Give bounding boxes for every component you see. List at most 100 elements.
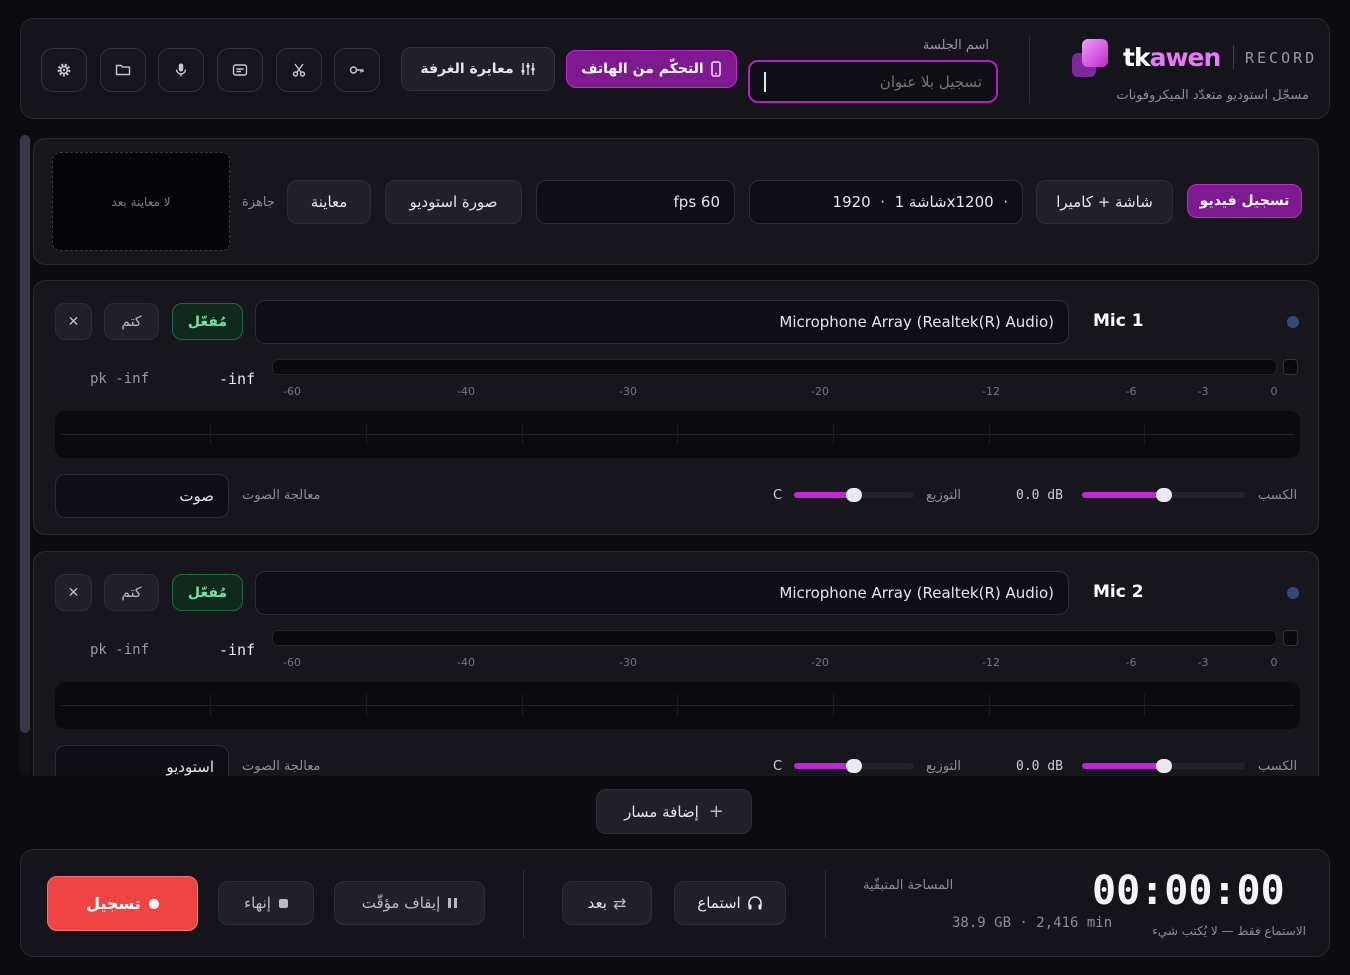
scale-tick: -60 xyxy=(283,385,301,398)
fps-value: fps 60 xyxy=(673,193,720,211)
record-video-toggle[interactable]: تسجيل فيديو xyxy=(1187,184,1302,218)
add-track-label: إضافة مسار xyxy=(624,802,699,821)
plus-icon: + xyxy=(708,801,724,822)
phone-control-button[interactable]: التحكّم من الهاتف xyxy=(566,50,737,88)
clip-indicator xyxy=(1283,630,1298,646)
processing-select[interactable]: استوديو xyxy=(55,745,229,776)
pan-knob[interactable] xyxy=(846,488,862,502)
scissors-button[interactable] xyxy=(276,48,322,92)
session-name-field[interactable] xyxy=(748,60,998,103)
microphone-button[interactable] xyxy=(158,48,204,92)
mute-button[interactable]: كتم xyxy=(104,574,159,611)
remote-label: بعد xyxy=(587,894,607,912)
remove-track-button[interactable]: ✕ xyxy=(55,574,92,611)
finish-label: إنهاء xyxy=(244,894,271,912)
pan-slider[interactable] xyxy=(794,488,914,502)
device-value: Microphone Array (Realtek(R) Audio) xyxy=(779,313,1054,331)
fps-select[interactable]: fps 60 xyxy=(536,180,735,224)
scale-tick: -12 xyxy=(982,656,1000,669)
tracks-scroll-area: Mic 1 Microphone Array (Realtek(R) Audio… xyxy=(33,280,1323,776)
text-cursor xyxy=(764,72,766,92)
swap-icon: ⇄ xyxy=(612,893,627,913)
track-enabled-toggle[interactable]: مُفعّل xyxy=(172,303,243,340)
pause-button[interactable]: إيقاف مؤقّت xyxy=(334,881,485,925)
track-status-dot xyxy=(1287,587,1299,599)
pause-icon xyxy=(448,898,458,908)
record-button[interactable]: تسجيل xyxy=(47,876,198,931)
level-meter xyxy=(272,630,1277,646)
finish-button[interactable]: إنهاء xyxy=(218,881,314,925)
brand-separator xyxy=(1233,45,1234,69)
subtitles-button[interactable] xyxy=(217,48,263,92)
pause-label: إيقاف مؤقّت xyxy=(361,894,441,912)
session-name-input[interactable] xyxy=(770,68,982,95)
transport-divider xyxy=(523,870,524,938)
scale-tick: 0 xyxy=(1270,656,1278,669)
screen-value: شاشة 1 · 1920x1200 · xyxy=(832,193,1008,211)
record-dot-icon xyxy=(148,898,159,909)
settings-button[interactable] xyxy=(41,48,87,92)
remove-track-button[interactable]: ✕ xyxy=(55,303,92,340)
level-meter xyxy=(272,359,1277,375)
pan-knob[interactable] xyxy=(846,759,862,773)
processing-value: استوديو xyxy=(166,758,214,776)
preview-button[interactable]: معاينة xyxy=(287,180,371,224)
track-name: Mic 1 xyxy=(1093,311,1144,331)
folder-button[interactable] xyxy=(100,48,146,92)
pan-value: C xyxy=(773,759,783,774)
device-value: Microphone Array (Realtek(R) Audio) xyxy=(779,584,1054,602)
remote-button[interactable]: بعد ⇄ xyxy=(562,881,652,925)
gain-fill xyxy=(1082,763,1164,769)
sliders-icon xyxy=(521,63,535,75)
scrollbar-thumb[interactable] xyxy=(20,135,30,733)
studio-image-button[interactable]: صورة استوديو xyxy=(385,180,522,224)
scale-tick: -20 xyxy=(811,385,829,398)
scale-tick: -3 xyxy=(1197,385,1209,398)
header-divider xyxy=(1029,35,1030,103)
gain-slider[interactable] xyxy=(1082,488,1245,502)
meter-scale: -60 -40 -30 -20 -12 -6 -3 0 xyxy=(34,656,1320,670)
gain-value: 0.0 dB xyxy=(1016,759,1063,774)
recording-timer: 00:00:00 xyxy=(1092,868,1285,914)
capture-mode-button[interactable]: شاشة + كاميرا xyxy=(1036,180,1173,224)
session-name-label: اسم الجلسة xyxy=(922,38,989,53)
headphones-icon xyxy=(747,896,762,910)
clip-indicator xyxy=(1283,359,1298,375)
scale-tick: -60 xyxy=(283,656,301,669)
track-enabled-toggle[interactable]: مُفعّل xyxy=(172,574,243,611)
device-select[interactable]: Microphone Array (Realtek(R) Audio) xyxy=(255,300,1069,344)
preview-status: جاهزة xyxy=(242,195,275,210)
scrollbar-track[interactable] xyxy=(19,135,31,775)
scale-tick: -6 xyxy=(1125,656,1137,669)
brand-logo xyxy=(1072,39,1110,79)
space-label: المساحة المتبقّية xyxy=(863,878,954,893)
gain-slider[interactable] xyxy=(1082,759,1245,773)
mute-button[interactable]: كتم xyxy=(104,303,159,340)
room-calibration-button[interactable]: معايرة الغرفة xyxy=(401,47,555,91)
stop-icon xyxy=(278,898,288,908)
add-track-button[interactable]: إضافة مسار + xyxy=(596,789,752,834)
scale-tick: -40 xyxy=(457,385,475,398)
gain-knob[interactable] xyxy=(1155,488,1172,502)
processing-select[interactable]: صوت xyxy=(55,474,229,518)
key-button[interactable] xyxy=(334,48,380,92)
video-panel: لا معاينة بعد جاهزة معاينة صورة استوديو … xyxy=(33,138,1319,265)
top-toolbar: معايرة الغرفة التحكّم من الهاتف اسم الجل… xyxy=(20,18,1330,119)
gain-label: الكسب xyxy=(1258,759,1298,774)
waveform-display xyxy=(55,411,1300,458)
processing-label: معالجة الصوت xyxy=(242,759,321,774)
screen-select[interactable]: شاشة 1 · 1920x1200 · xyxy=(749,180,1023,224)
scale-tick: -12 xyxy=(982,385,1000,398)
brand-tagline: مسجّل استوديو متعدّد الميكروفونات xyxy=(1116,88,1309,103)
record-label: تسجيل xyxy=(86,894,141,913)
gain-knob[interactable] xyxy=(1155,759,1172,773)
pan-slider[interactable] xyxy=(794,759,914,773)
subtitles-icon xyxy=(232,64,248,76)
phone-icon xyxy=(711,61,721,77)
device-select[interactable]: Microphone Array (Realtek(R) Audio) xyxy=(255,571,1069,615)
waveform-display xyxy=(55,682,1300,729)
processing-value: صوت xyxy=(179,487,214,505)
phone-control-label: التحكّم من الهاتف xyxy=(581,61,704,77)
pan-label: التوزيع xyxy=(926,759,962,774)
listen-button[interactable]: استماع xyxy=(674,881,786,925)
